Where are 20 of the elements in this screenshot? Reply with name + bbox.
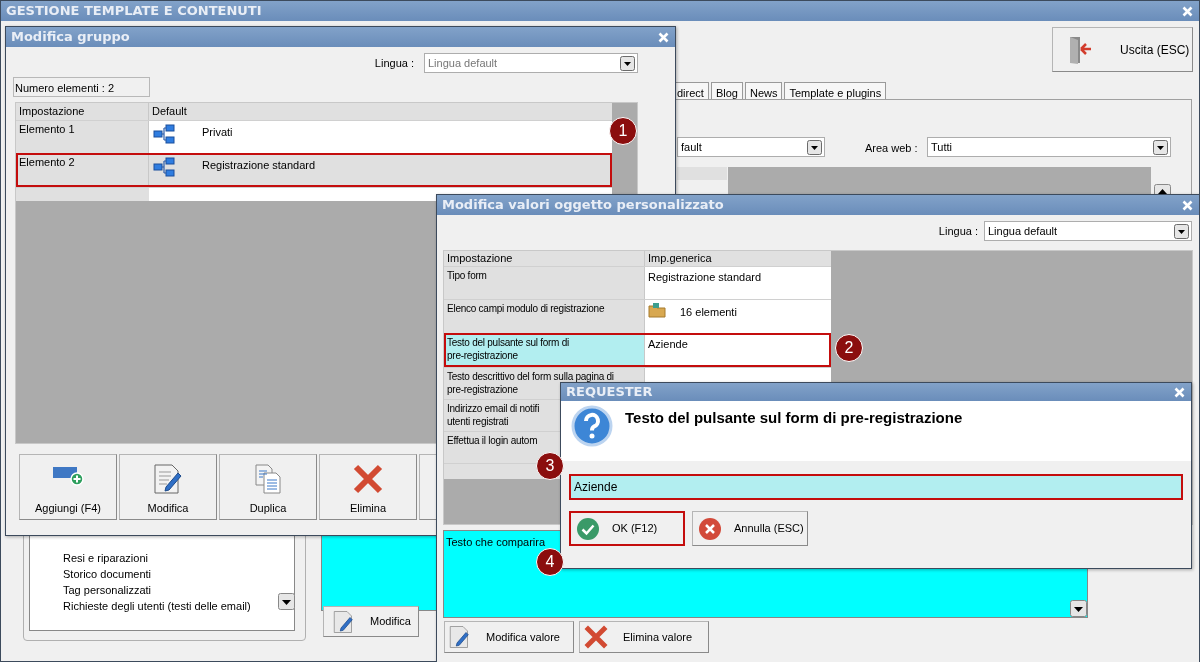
- table-cell-text: Privati: [202, 125, 233, 140]
- window-title: Modifica gruppo: [11, 28, 130, 47]
- column-header: Impostazione: [444, 251, 645, 266]
- table-cell-text: Registrazione standard: [202, 158, 316, 173]
- window-title: Modifica valori oggetto personalizzato: [442, 196, 724, 215]
- column-header: Imp.generica: [647, 251, 713, 266]
- column-header: Default: [151, 104, 188, 119]
- table-cell: Testo del pulsante sul form di pre-registrazione: [444, 334, 645, 367]
- field-label: Lingua :: [938, 223, 978, 239]
- table-cell: Tipo form: [444, 267, 645, 299]
- table-cell: Elemento 2: [16, 154, 149, 187]
- field-label: Area web :: [865, 141, 918, 156]
- table-cell-text: 16 elementi: [680, 305, 737, 320]
- table-cell: Elemento 1: [16, 121, 149, 153]
- field-label: Lingua :: [374, 55, 414, 71]
- window-title: GESTIONE TEMPLATE E CONTENUTI: [6, 2, 262, 21]
- table-cell: Elenco campi modulo di registrazione: [444, 300, 645, 333]
- count-label: Numero elementi : 2: [13, 77, 150, 97]
- table-cell-text: Aziende: [648, 337, 688, 352]
- table-cell-text: Registrazione standard: [648, 270, 762, 285]
